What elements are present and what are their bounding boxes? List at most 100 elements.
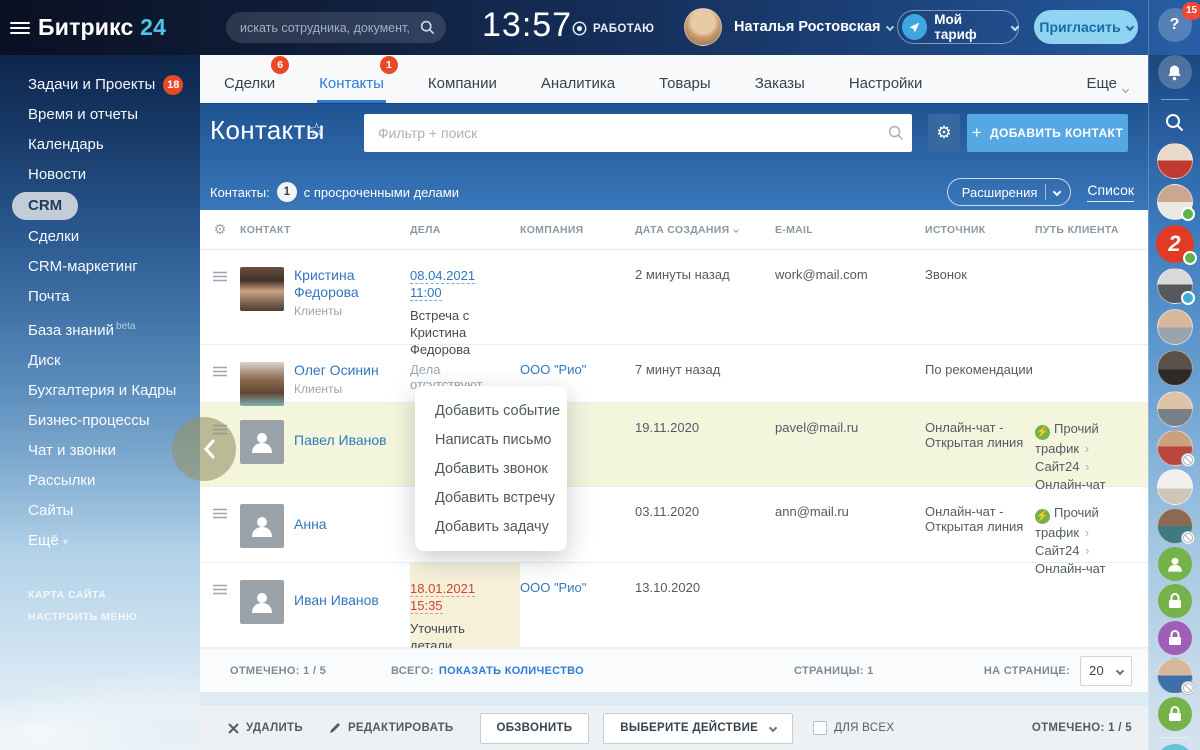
col-company[interactable]: КОМПАНИЯ xyxy=(520,224,635,236)
sidebar-item-sites[interactable]: Сайты xyxy=(28,496,200,526)
tab-more[interactable]: Еще xyxy=(1084,55,1130,103)
table-row[interactable]: Иван Иванов 18.01.2021 15:35Уточнить дет… xyxy=(200,563,1148,648)
global-search-input[interactable] xyxy=(226,12,446,43)
chat-avatar[interactable] xyxy=(1157,143,1193,179)
mobile-app-button[interactable] xyxy=(1156,744,1194,750)
tab-contacts[interactable]: Контакты1 xyxy=(317,55,386,103)
chat-avatar[interactable] xyxy=(1157,658,1193,694)
menu-icon[interactable] xyxy=(10,19,30,37)
help-button[interactable]: ? 15 xyxy=(1158,8,1192,42)
extensions-button[interactable]: Расширения xyxy=(947,178,1072,206)
sidebar-item-deals[interactable]: Сделки xyxy=(28,222,200,252)
invite-button[interactable]: Пригласить xyxy=(1034,10,1138,44)
activity-link[interactable]: 08.04.2021 11:00 xyxy=(410,268,475,301)
sidebar-collapse-handle[interactable] xyxy=(172,417,236,481)
company-link[interactable]: ООО "Рио" xyxy=(520,580,586,595)
col-contact[interactable]: КОНТАКТ xyxy=(240,224,410,236)
private-chat-icon[interactable] xyxy=(1158,584,1192,618)
sidebar-item-crm-marketing[interactable]: CRM-маркетинг xyxy=(28,252,200,282)
sidebar-item-calendar[interactable]: Календарь xyxy=(28,130,200,160)
table-row[interactable]: Анна 03.11.2020 ann@mail.ru Онлайн-чат -… xyxy=(200,487,1148,563)
tab-orders[interactable]: Заказы xyxy=(753,55,807,103)
contact-name-link[interactable]: Павел Иванов xyxy=(294,432,387,449)
chat-avatar[interactable] xyxy=(1157,430,1193,466)
contact-avatar-placeholder[interactable] xyxy=(240,504,284,548)
call-button[interactable]: ОБЗВОНИТЬ xyxy=(480,713,590,744)
user-menu[interactable]: Наталья Ростовская xyxy=(684,8,893,46)
table-row-selected[interactable]: Павел Иванов 19.11.2020 pavel@mail.ru Он… xyxy=(200,403,1148,487)
sidebar-item-drive[interactable]: Диск xyxy=(28,346,200,376)
view-mode-list-link[interactable]: Список xyxy=(1087,182,1134,202)
contact-name-link[interactable]: Анна xyxy=(294,516,327,533)
user-avatar[interactable] xyxy=(684,8,722,46)
tab-deals[interactable]: Сделки6 xyxy=(222,55,277,103)
chat-avatar[interactable] xyxy=(1157,350,1193,386)
chat-avatar[interactable] xyxy=(1157,469,1193,505)
chat-avatar[interactable] xyxy=(1157,309,1193,345)
chat-avatar[interactable] xyxy=(1157,268,1193,304)
notifications-button[interactable] xyxy=(1158,55,1192,89)
bitrix24-chat-badge[interactable]: 2 xyxy=(1156,225,1194,263)
sidebar-item-tasks[interactable]: Задачи и Проекты18 xyxy=(28,70,200,100)
work-status-button[interactable]: РАБОТАЮ xyxy=(572,21,654,36)
add-contact-button[interactable]: + ДОБАВИТЬ КОНТАКТ xyxy=(967,114,1128,152)
favorite-star-icon[interactable]: ☆ xyxy=(308,119,325,142)
contact-name-link[interactable]: Кристина Федорова xyxy=(294,267,410,301)
filter-search-input[interactable] xyxy=(364,114,912,152)
group-chat-icon[interactable] xyxy=(1158,547,1192,581)
chat-avatar[interactable] xyxy=(1157,508,1193,544)
tab-settings[interactable]: Настройки xyxy=(847,55,925,103)
tab-companies[interactable]: Компании xyxy=(426,55,499,103)
contact-photo[interactable] xyxy=(240,267,284,311)
menu-item-add-event[interactable]: Добавить событие xyxy=(415,396,567,425)
contact-name-link[interactable]: Иван Иванов xyxy=(294,592,379,609)
for-all-checkbox[interactable] xyxy=(813,721,827,735)
show-count-link[interactable]: ПОКАЗАТЬ КОЛИЧЕСТВО xyxy=(439,665,584,677)
menu-item-add-meeting[interactable]: Добавить встречу xyxy=(415,483,567,512)
sidebar-item-time[interactable]: Время и отчеты xyxy=(28,100,200,130)
overdue-activity-link[interactable]: 18.01.2021 15:35 xyxy=(410,581,475,614)
col-source[interactable]: ИСТОЧНИК xyxy=(925,224,1035,236)
delete-button[interactable]: УДАЛИТЬ xyxy=(228,722,303,734)
sidebar-item-news[interactable]: Новости xyxy=(28,160,200,190)
drag-handle-icon[interactable] xyxy=(213,365,227,406)
sidebar-item-accounting[interactable]: Бухгалтерия и Кадры xyxy=(28,376,200,406)
columns-gear-icon[interactable]: ⚙ xyxy=(200,221,240,238)
drag-handle-icon[interactable] xyxy=(213,583,227,654)
contact-avatar-placeholder[interactable] xyxy=(240,580,284,624)
tariff-button[interactable]: Мой тариф xyxy=(897,10,1019,44)
chat-avatar[interactable] xyxy=(1157,391,1193,427)
menu-item-add-call[interactable]: Добавить звонок xyxy=(415,454,567,483)
col-created[interactable]: ДАТА СОЗДАНИЯ xyxy=(635,224,775,236)
chat-avatar[interactable] xyxy=(1157,184,1193,220)
col-email[interactable]: E-MAIL xyxy=(775,224,925,236)
sidebar-item-processes[interactable]: Бизнес-процессы xyxy=(28,406,200,436)
view-settings-button[interactable]: ⚙ xyxy=(928,114,960,152)
sidebar-item-more[interactable]: Ещё ▾ xyxy=(28,526,200,558)
edit-button[interactable]: РЕДАКТИРОВАТЬ xyxy=(329,722,454,734)
col-path[interactable]: ПУТЬ КЛИЕНТА xyxy=(1035,224,1148,236)
table-row[interactable]: Кристина Федорова Клиенты 08.04.2021 11:… xyxy=(200,250,1148,345)
private-chat-icon[interactable] xyxy=(1158,697,1192,731)
contact-name-link[interactable]: Олег Осинин xyxy=(294,362,379,379)
table-row[interactable]: Олег Осинин Клиенты Дела отсутствуют ООО… xyxy=(200,345,1148,403)
menu-item-add-task[interactable]: Добавить задачу xyxy=(415,512,567,541)
sidebar-item-mail[interactable]: Почта xyxy=(28,282,200,312)
company-link[interactable]: ООО "Рио" xyxy=(520,362,586,377)
contact-avatar-placeholder[interactable] xyxy=(240,420,284,464)
sidebar-item-newsletters[interactable]: Рассылки xyxy=(28,466,200,496)
tab-products[interactable]: Товары xyxy=(657,55,713,103)
tab-analytics[interactable]: Аналитика xyxy=(539,55,617,103)
menu-item-write-email[interactable]: Написать письмо xyxy=(415,425,567,454)
private-chat-icon[interactable] xyxy=(1158,621,1192,655)
overdue-count-badge[interactable]: 1 xyxy=(277,182,297,202)
sidebar-item-crm[interactable]: CRM xyxy=(12,192,78,220)
per-page-select[interactable]: 20 xyxy=(1080,656,1132,686)
sitemap-link[interactable]: КАРТА САЙТА xyxy=(28,584,200,606)
col-activity[interactable]: ДЕЛА xyxy=(410,224,520,236)
choose-action-dropdown[interactable]: ВЫБЕРИТЕ ДЕЙСТВИЕ xyxy=(603,713,793,744)
contact-photo[interactable] xyxy=(240,362,284,406)
rail-search-button[interactable] xyxy=(1162,109,1188,135)
configure-menu-link[interactable]: НАСТРОИТЬ МЕНЮ xyxy=(28,606,200,628)
sidebar-item-knowledge-base[interactable]: База знанийbeta xyxy=(28,312,200,346)
